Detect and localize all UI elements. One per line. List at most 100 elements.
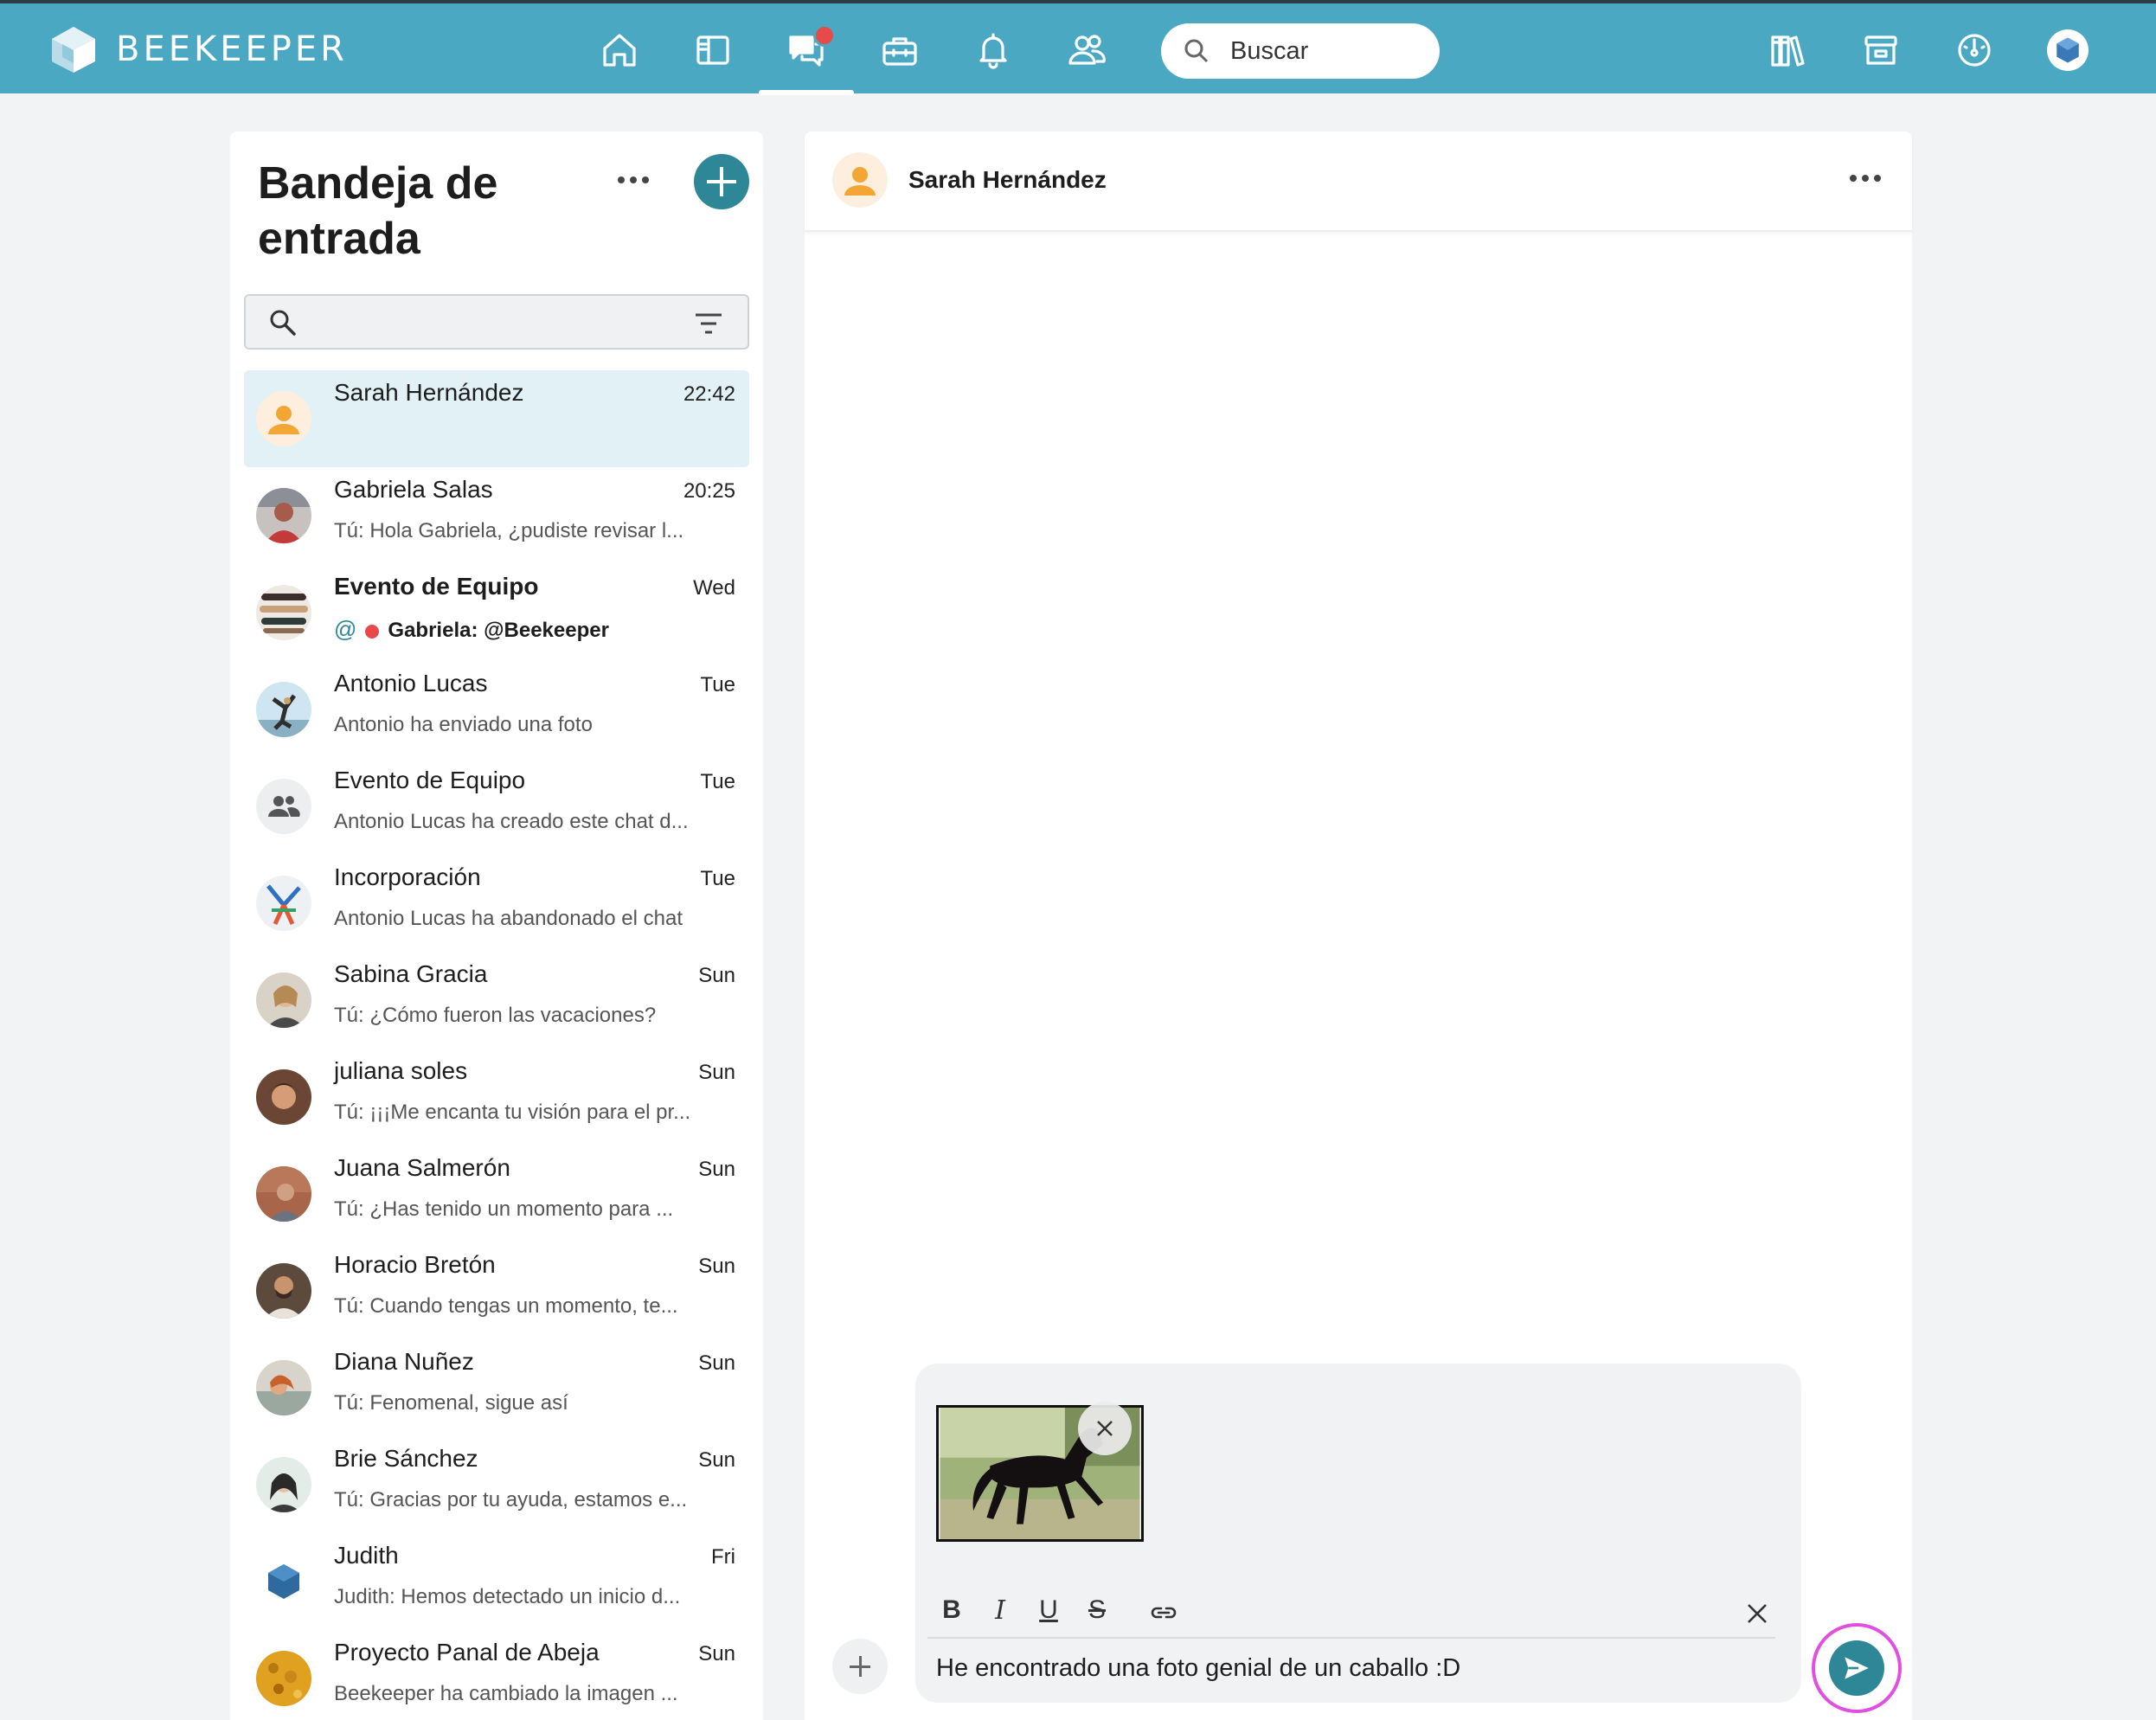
conversation-name: Evento de Equipo [334, 767, 526, 793]
group-avatar [256, 779, 311, 834]
profile-avatar[interactable] [2047, 29, 2089, 71]
conversation-name: Horacio Bretón [334, 1251, 496, 1278]
conversation-item[interactable]: Diana Nuñez Sun Tú: Fenomenal, sigue así [244, 1339, 749, 1436]
formatting-toolbar: B I U S [927, 1590, 1775, 1639]
conversation-item[interactable]: Juana Salmerón Sun Tú: ¿Has tenido un mo… [244, 1146, 749, 1242]
unread-dot [365, 624, 380, 639]
underline-button[interactable]: U [1031, 1595, 1066, 1625]
top-navigation-bar: BEEKEEPER Buscar [0, 0, 2156, 95]
send-button[interactable] [1829, 1640, 1884, 1696]
home-icon[interactable] [595, 26, 644, 74]
conversation-name: Brie Sánchez [334, 1445, 478, 1472]
conversation-name: Proyecto Panal de Abeja [334, 1639, 600, 1665]
store-icon[interactable] [1857, 26, 1905, 74]
mention-icon: @ [334, 616, 357, 642]
conversation-time: Sun [698, 1351, 735, 1375]
avatar [256, 1457, 311, 1512]
chat-contact-name[interactable]: Sarah Hernández [908, 166, 1107, 194]
global-search-input[interactable]: Buscar [1161, 23, 1440, 79]
conversation-item[interactable]: Evento de Equipo Wed @ Gabriela: @Beekeep… [244, 564, 749, 661]
conversation-time: Wed [693, 576, 735, 600]
conversation-search-input[interactable] [244, 294, 749, 350]
beekeeper-logo[interactable]: BEEKEEPER [50, 25, 348, 74]
search-icon [270, 310, 296, 336]
avatar [256, 1263, 311, 1319]
chat-more-options-icon[interactable] [1850, 175, 1881, 182]
beekeeper-hex-icon [2057, 37, 2079, 63]
conversation-time: 22:42 [683, 382, 735, 406]
link-icon[interactable] [1149, 1602, 1178, 1623]
brand-name: BEEKEEPER [116, 29, 348, 69]
chat-panel: Sarah Hernández B I U S He encontrado un… [805, 132, 1912, 1720]
conversation-name: Diana Nuñez [334, 1348, 474, 1375]
search-placeholder: Buscar [1230, 36, 1309, 65]
conversation-item[interactable]: Brie Sánchez Sun Tú: Gracias por tu ayud… [244, 1436, 749, 1533]
conversation-item[interactable]: Antonio Lucas Tue Antonio ha enviado una… [244, 661, 749, 758]
send-button-highlight [1812, 1623, 1902, 1713]
avatar [256, 1360, 311, 1415]
people-icon[interactable] [1062, 26, 1111, 74]
news-feed-icon[interactable] [689, 26, 737, 74]
conversation-preview: Tú: Hola Gabriela, ¿pudiste revisar l... [334, 519, 684, 542]
conversation-list: Sarah Hernández 22:42 Gabriela Salas 20:… [244, 370, 749, 1720]
new-chat-button[interactable] [694, 154, 749, 209]
conversation-item[interactable]: juliana soles Sun Tú: ¡¡¡Me encanta tu v… [244, 1049, 749, 1146]
chats-active-indicator [759, 90, 854, 95]
conversation-time: Tue [700, 770, 735, 793]
conversation-preview: Gabriela: @Beekeeper [388, 619, 609, 642]
inbox-panel: Bandeja de entrada Sarah Hernández 22:42 [230, 132, 763, 1720]
avatar [256, 1069, 311, 1125]
filter-icon[interactable] [694, 311, 723, 336]
bold-button[interactable]: B [934, 1595, 969, 1625]
avatar[interactable] [832, 152, 888, 208]
conversation-time: Tue [700, 867, 735, 890]
close-icon [1097, 1421, 1113, 1436]
conversation-item[interactable]: Judith Fri Judith: Hemos detectado un in… [244, 1533, 749, 1630]
conversation-preview: Beekeeper ha cambiado la imagen ... [334, 1682, 678, 1705]
conversation-time: Sun [698, 1061, 735, 1084]
inbox-more-options-icon[interactable] [618, 176, 649, 183]
avatar [256, 488, 311, 543]
conversation-item[interactable]: Proyecto Panal de Abeja Sun Beekeeper ha… [244, 1630, 749, 1720]
avatar [256, 972, 311, 1028]
avatar [256, 1554, 311, 1609]
avatar [256, 391, 311, 446]
library-icon[interactable] [1763, 26, 1812, 74]
conversation-name: Evento de Equipo [334, 573, 539, 600]
conversation-preview: Antonio Lucas ha abandonado el chat [334, 907, 683, 930]
page-title: Bandeja de entrada [258, 158, 498, 264]
tools-icon[interactable] [876, 26, 924, 74]
conversation-time: Sun [698, 1448, 735, 1472]
conversation-time: Sun [698, 1642, 735, 1665]
conversation-preview: Tú: ¿Has tenido un momento para ... [334, 1197, 674, 1221]
conversation-preview: Antonio ha enviado una foto [334, 713, 593, 736]
conversation-item[interactable]: Sabina Gracia Sun Tú: ¿Cómo fueron las v… [244, 952, 749, 1049]
notifications-icon[interactable] [969, 26, 1017, 74]
conversation-item[interactable]: Incorporación Tue Antonio Lucas ha aband… [244, 855, 749, 952]
conversation-preview: Tú: Gracias por tu ayuda, estamos e... [334, 1488, 688, 1511]
conversation-item[interactable]: Gabriela Salas 20:25 Tú: Hola Gabriela, … [244, 467, 749, 564]
avatar [256, 1166, 311, 1222]
conversation-name: Judith [334, 1542, 399, 1569]
chats-unread-badge [813, 24, 836, 47]
search-icon [1184, 39, 1209, 63]
message-input[interactable]: He encontrado una foto genial de un caba… [936, 1654, 1460, 1683]
dashboard-icon[interactable] [1950, 26, 1999, 74]
conversation-item[interactable]: Evento de Equipo Tue Antonio Lucas ha cr… [244, 758, 749, 855]
conversation-item[interactable]: Horacio Bretón Sun Tú: Cuando tengas un … [244, 1242, 749, 1339]
send-icon [1845, 1657, 1869, 1679]
conversation-preview: Tú: ¡¡¡Me encanta tu visión para el pr..… [334, 1101, 691, 1124]
close-formatting-icon[interactable] [1746, 1602, 1768, 1625]
group-icon [256, 779, 311, 834]
conversation-name: Gabriela Salas [334, 476, 493, 503]
add-attachment-button[interactable] [832, 1639, 888, 1694]
conversation-item[interactable]: Sarah Hernández 22:42 [244, 370, 749, 467]
conversation-time: Sun [698, 1255, 735, 1278]
conversation-time: 20:25 [683, 479, 735, 503]
strikethrough-button[interactable]: S [1080, 1595, 1114, 1625]
chat-header: Sarah Hernández [805, 132, 1912, 232]
italic-button[interactable]: I [983, 1595, 1017, 1626]
conversation-preview: Antonio Lucas ha creado este chat d... [334, 810, 689, 833]
remove-attachment-button[interactable] [1078, 1402, 1132, 1455]
conversation-preview: Tú: Cuando tengas un momento, te... [334, 1294, 678, 1318]
